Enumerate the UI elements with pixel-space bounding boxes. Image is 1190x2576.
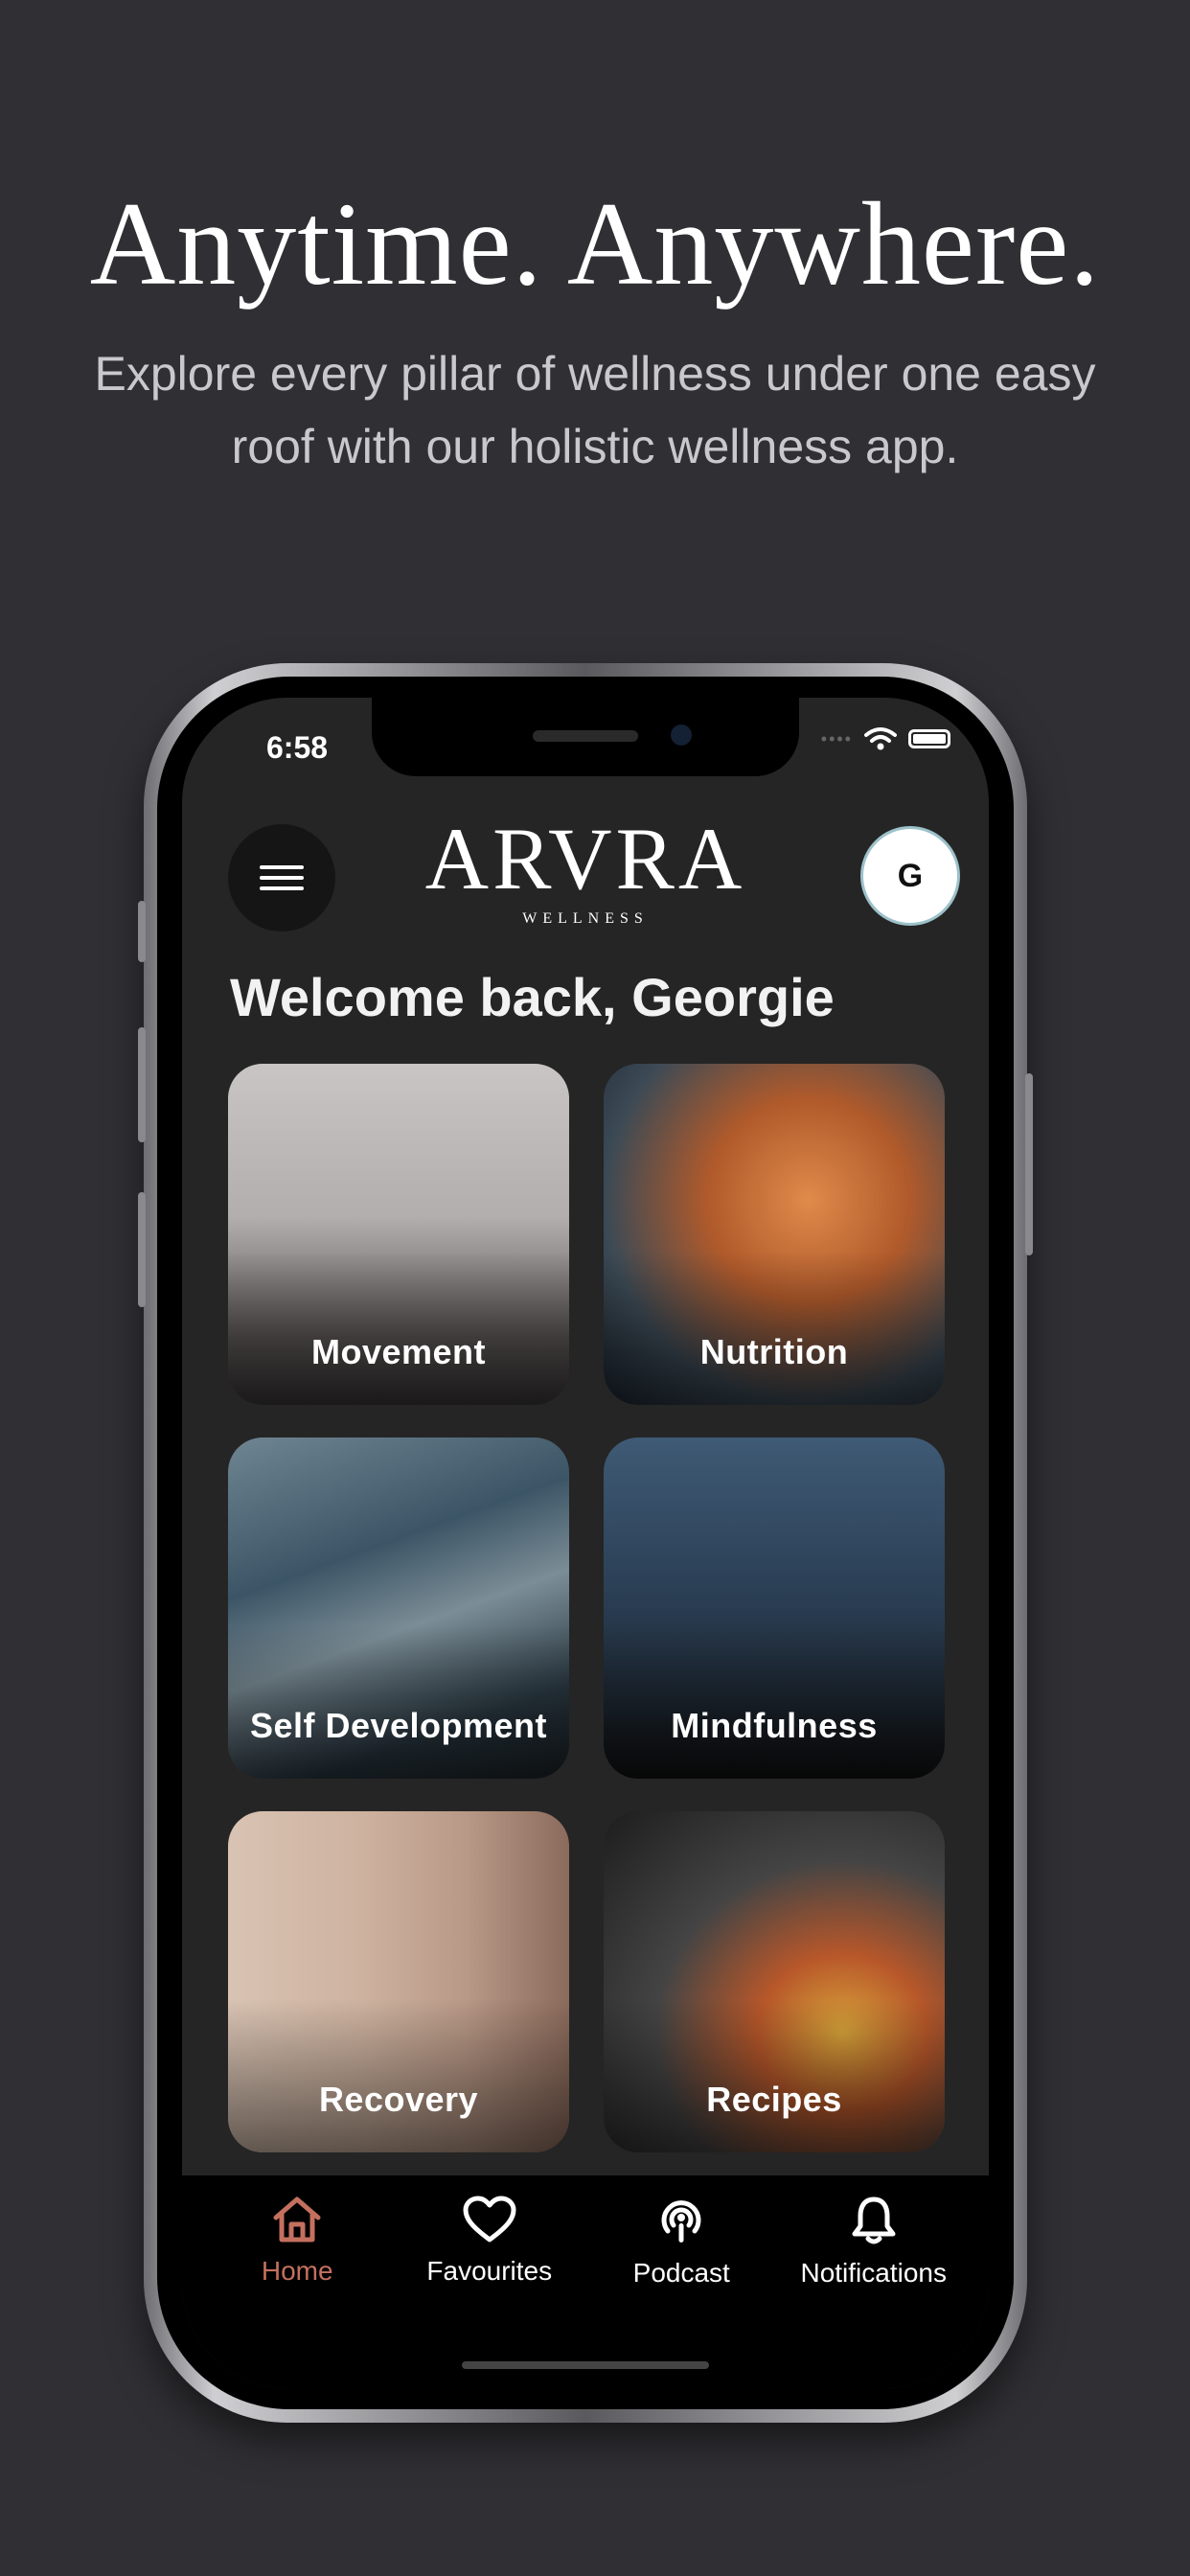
bottom-tab-bar: Home Favourites Podcast Notifications — [182, 2175, 989, 2388]
wifi-icon — [864, 727, 897, 750]
podcast-icon — [661, 2200, 701, 2242]
heart-icon — [463, 2196, 516, 2242]
status-time: 6:58 — [266, 730, 329, 765]
home-icon — [273, 2196, 321, 2242]
hero-title: Anytime. Anywhere. — [89, 178, 1101, 310]
phone-power-button — [1025, 1073, 1033, 1255]
phone-volume-down — [138, 1192, 146, 1307]
logo-subtitle: WELLNESS — [522, 910, 649, 927]
tab-favourites[interactable]: Favourites — [399, 2175, 581, 2388]
category-label: Recovery — [318, 2080, 479, 2119]
tab-podcast[interactable]: Podcast — [590, 2175, 772, 2388]
tab-label: Home — [261, 2256, 333, 2286]
speaker — [533, 730, 638, 742]
category-card-mindfulness[interactable]: Mindfulness — [604, 1438, 945, 1779]
signal-icon: •••• — [820, 728, 853, 748]
category-label: Recipes — [706, 2080, 842, 2119]
status-icons: •••• — [821, 726, 950, 751]
bell-icon — [852, 2196, 896, 2244]
tab-notifications[interactable]: Notifications — [783, 2175, 965, 2388]
app-screen: 6:58 •••• ARVRA WELLNESS G Welcome back,… — [182, 698, 989, 2388]
home-indicator — [462, 2361, 709, 2369]
category-card-recipes[interactable]: Recipes — [604, 1811, 945, 2152]
category-grid: Movement Nutrition Self Development Mind… — [228, 1064, 945, 2152]
category-card-nutrition[interactable]: Nutrition — [604, 1064, 945, 1405]
category-card-movement[interactable]: Movement — [228, 1064, 569, 1405]
category-label: Nutrition — [699, 1332, 849, 1371]
category-card-recovery[interactable]: Recovery — [228, 1811, 569, 2152]
category-label: Mindfulness — [671, 1706, 878, 1745]
tab-home[interactable]: Home — [206, 2175, 388, 2388]
battery-icon — [908, 729, 950, 748]
category-card-self-development[interactable]: Self Development — [228, 1438, 569, 1779]
tab-label: Notifications — [800, 2258, 947, 2288]
avatar[interactable]: G — [860, 826, 960, 926]
front-camera — [671, 724, 692, 746]
tab-label: Podcast — [632, 2258, 730, 2288]
tab-label: Favourites — [426, 2256, 553, 2286]
category-label: Movement — [310, 1332, 487, 1371]
hero-subtitle: Explore every pillar of wellness under o… — [94, 347, 1096, 473]
phone-volume-up — [138, 1027, 146, 1142]
phone-side-button — [138, 901, 146, 962]
notch — [372, 698, 799, 776]
welcome-heading: Welcome back, Georgie — [230, 967, 835, 1027]
category-label: Self Development — [249, 1706, 548, 1745]
